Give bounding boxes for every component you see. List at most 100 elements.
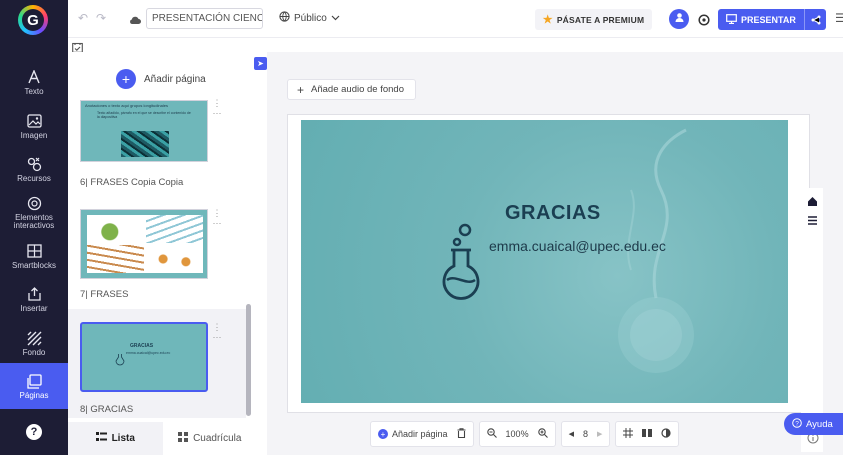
menu-icon[interactable]: ☰ — [835, 11, 843, 25]
flask-icon — [115, 352, 125, 371]
slide-title[interactable]: GRACIAS — [505, 202, 601, 225]
thumb-8-title: GRACIAS — [130, 343, 154, 349]
night-mode-icon[interactable] — [661, 428, 671, 440]
view-list-option[interactable]: Lista — [68, 422, 163, 455]
next-page-icon[interactable]: ▶ — [597, 430, 602, 438]
flask-icon[interactable] — [439, 220, 487, 305]
plus-circle-icon: + — [378, 429, 388, 439]
page-nav-group: ◀ 8 ▶ — [560, 421, 611, 447]
premium-label: PÁSATE A PREMIUM — [556, 14, 645, 25]
page-label-8: 8| GRACIAS — [80, 404, 134, 415]
bacteria-image — [121, 131, 169, 157]
project-title-field[interactable]: PRESENTACIÓN CIENCIA... — [146, 8, 263, 29]
page-thumbnail-6[interactable]: Anotaciones o texto aquí grupos longitud… — [80, 100, 208, 162]
add-page-bottom-button[interactable]: + Añadir página — [378, 429, 448, 439]
undo-icon[interactable]: ↶ — [78, 11, 88, 25]
list-icon — [95, 432, 107, 445]
rail-item-label: Insertar — [20, 304, 48, 313]
grid-guides-icon[interactable] — [623, 428, 634, 440]
chevron-down-icon — [331, 13, 340, 24]
view-tools-group — [615, 421, 680, 447]
premium-button[interactable]: ★ PÁSATE A PREMIUM — [535, 9, 652, 30]
app-window: G Texto Imagen Recursos Elementos intera… — [0, 0, 843, 455]
genially-logo[interactable]: G — [18, 5, 48, 35]
interactive-icon — [24, 194, 44, 212]
view-grid-label: Cuadrícula — [193, 433, 242, 444]
prev-page-icon[interactable]: ◀ — [569, 430, 574, 438]
pages-icon — [24, 372, 44, 390]
redo-icon[interactable]: ↷ — [96, 11, 106, 25]
bottom-toolbar: + Añadir página 100% ◀ 8 ▶ — [370, 421, 680, 447]
visibility-dropdown[interactable]: Público — [279, 11, 340, 25]
top-toolbar: ↶ ↷ PRESENTACIÓN CIENCIA... Público ★ PÁ… — [68, 0, 843, 38]
canvas-area: + Añade audio de fondo GRACIAS emma.cuai… — [267, 52, 843, 455]
thumb-8-email: emma.cuaical@upec.edu.ec — [126, 351, 171, 355]
collaborators-button[interactable] — [669, 9, 689, 29]
add-user-icon — [674, 10, 685, 28]
thumb-7-cell — [87, 245, 144, 273]
pin-panel-icon[interactable]: ➤ — [254, 57, 267, 70]
rail-item-smartblocks[interactable]: Smartblocks — [0, 233, 68, 279]
thumb-6-heading: Anotaciones o texto aquí grupos longitud… — [85, 103, 168, 108]
rail-item-fondo[interactable]: Fondo — [0, 320, 68, 366]
preview-eye-icon[interactable] — [698, 13, 710, 26]
add-page-button[interactable]: + Añadir página — [116, 69, 206, 89]
rail-item-elementos-interactivos[interactable]: Elementos interactivos — [0, 189, 68, 235]
zoom-group: 100% — [478, 421, 556, 447]
rail-item-label: Elementos interactivos — [13, 213, 55, 230]
smartblocks-icon — [24, 242, 44, 260]
view-grid-option[interactable]: Cuadrícula — [163, 422, 258, 455]
slide-canvas[interactable]: GRACIAS emma.cuaical@upec.edu.ec — [301, 120, 788, 403]
thumb-7-tools[interactable]: ⋮ ⋯ — [212, 208, 222, 228]
logo-letter-icon: G — [22, 9, 44, 31]
page-label-6: 6| FRASES Copia Copia — [80, 177, 184, 188]
view-list-label: Lista — [111, 433, 135, 444]
help-label: Ayuda — [806, 418, 833, 430]
add-audio-button[interactable]: + Añade audio de fondo — [287, 79, 416, 100]
trash-icon[interactable] — [457, 428, 466, 440]
thumb-7-grid — [87, 215, 203, 273]
rail-item-texto[interactable]: Texto — [0, 59, 68, 105]
question-circle-icon: ? — [792, 417, 802, 431]
present-button[interactable]: PRESENTAR — [718, 9, 826, 30]
page-label-7: 7| FRASES — [80, 289, 129, 300]
page-thumbnail-8[interactable]: GRACIAS emma.cuaical@upec.edu.ec — [80, 322, 208, 392]
rail-item-label: Recursos — [17, 174, 51, 183]
hamburger-icon[interactable] — [807, 213, 818, 225]
rail-item-label: Texto — [24, 87, 44, 96]
zoom-out-icon[interactable] — [486, 428, 497, 440]
resources-icon — [24, 155, 44, 173]
cloud-icon — [129, 12, 141, 30]
present-label: PRESENTAR — [741, 14, 796, 25]
page-thumbnail-7[interactable] — [80, 209, 208, 279]
rail-item-paginas[interactable]: Páginas — [0, 363, 68, 409]
share-icon[interactable] — [804, 9, 826, 30]
help-icon[interactable]: ? — [26, 424, 42, 440]
slide-email[interactable]: emma.cuaical@upec.edu.ec — [489, 238, 666, 254]
page-number[interactable]: 8 — [583, 429, 588, 439]
thumb-7-cell — [146, 215, 203, 243]
view-toggle: Lista Cuadrícula — [68, 422, 257, 455]
rail-item-insertar[interactable]: Insertar — [0, 276, 68, 322]
pages-panel: + Añadir página Anotaciones o texto aquí… — [68, 52, 257, 455]
help-button[interactable]: ? Ayuda — [784, 413, 843, 435]
add-page-label: Añadir página — [144, 73, 206, 85]
columns-icon[interactable] — [642, 428, 653, 440]
rail-item-label: Imagen — [20, 131, 48, 140]
pages-scrollbar[interactable] — [246, 304, 251, 416]
visibility-label: Público — [294, 12, 327, 24]
add-page-bottom-label: Añadir página — [392, 429, 448, 439]
zoom-in-icon[interactable] — [537, 428, 548, 440]
home-icon[interactable] — [807, 194, 818, 206]
grid-icon — [178, 432, 189, 445]
rail-item-imagen[interactable]: Imagen — [0, 103, 68, 149]
rail-item-recursos[interactable]: Recursos — [0, 146, 68, 192]
slide-decor-bubbles — [618, 128, 694, 373]
thumb-7-cell — [146, 245, 203, 273]
thumb-6-tools[interactable]: ⋮ ⋯ — [212, 98, 222, 118]
left-rail: G Texto Imagen Recursos Elementos intera… — [0, 0, 68, 455]
rail-item-label: Páginas — [19, 391, 49, 400]
svg-text:?: ? — [795, 420, 799, 427]
thumb-8-tools[interactable]: ⋮ ⋯ — [212, 322, 222, 342]
add-audio-label: Añade audio de fondo — [311, 84, 404, 95]
